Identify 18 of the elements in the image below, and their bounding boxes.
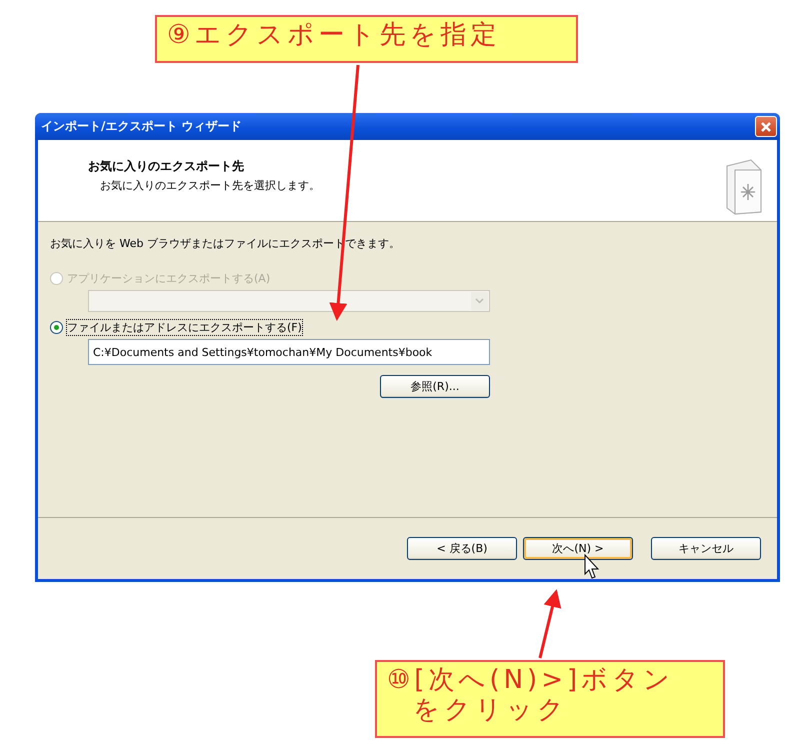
intro-text: お気に入りを Web ブラウザまたはファイルにエクスポートできます。 — [50, 236, 401, 251]
wizard-button[interactable]: < 戻る(B) — [407, 537, 517, 560]
window-title: インポート/エクスポート ウィザード — [41, 118, 242, 135]
radio-button[interactable] — [50, 321, 63, 334]
option-label: ファイルまたはアドレスにエクスポートする(F) — [67, 320, 302, 335]
wizard-button[interactable]: キャンセル — [651, 537, 761, 560]
wizard-button[interactable]: 次へ(N) > — [523, 537, 633, 560]
header-title: お気に入りのエクスポート先 — [88, 158, 245, 175]
close-icon — [760, 120, 772, 132]
callout-note: ⑨エクスポート先を指定 — [155, 15, 578, 63]
callout-note: ⑩[次へ(N)>]ボタン をクリック — [375, 660, 725, 738]
browse-button[interactable]: 参照(R)... — [380, 375, 490, 398]
path-field[interactable]: C:¥Documents and Settings¥tomochan¥My Documents¥book — [88, 339, 490, 365]
close-button[interactable] — [755, 116, 777, 137]
arrow — [538, 589, 562, 658]
option-label: アプリケーションにエクスポートする(A) — [67, 271, 270, 286]
header-subtitle: お気に入りのエクスポート先を選択します。 — [100, 178, 320, 193]
mouse-cursor-icon — [584, 554, 600, 579]
